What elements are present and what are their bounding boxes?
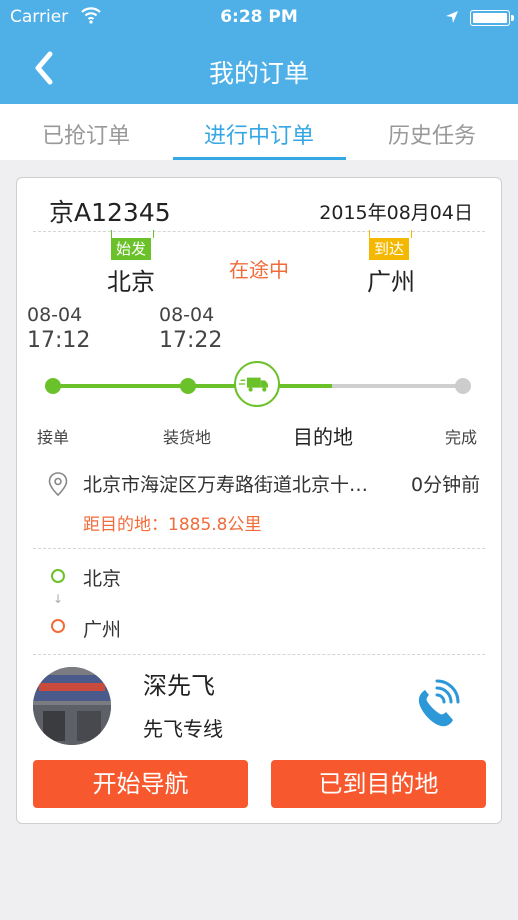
tab-grabbed-orders[interactable]: 已抢订单 <box>0 118 172 150</box>
current-address: 北京市海淀区万寿路街道北京十… <box>83 474 369 496</box>
tag-connector <box>153 230 154 238</box>
origin-tag: 始发 <box>111 238 152 260</box>
destination-marker <box>51 619 65 633</box>
battery-icon <box>470 10 514 26</box>
tag-connector <box>411 230 412 238</box>
order-tabs: 已抢订单 进行中订单 历史任务 <box>0 104 518 160</box>
step-label-complete: 完成 <box>445 428 478 447</box>
header-bar: Carrier 6:28 PM 我的订单 <box>0 0 518 104</box>
loading-date: 08-04 <box>159 304 215 326</box>
navigation-bar: 我的订单 <box>0 36 518 100</box>
destination-city: 广州 <box>367 268 415 296</box>
route-origin: 北京 <box>83 568 122 590</box>
status-bar: Carrier 6:28 PM <box>0 4 518 32</box>
accept-date: 08-04 <box>27 304 83 326</box>
distance-remaining: 距目的地：1885.8公里 <box>83 515 262 535</box>
step-label-destination: 目的地 <box>293 425 353 449</box>
status-badge: 在途中 <box>229 258 289 282</box>
step-label-loading: 装货地 <box>163 428 212 447</box>
start-navigation-button[interactable]: 开始导航 <box>33 760 248 808</box>
divider <box>33 654 485 655</box>
progress-step-dot <box>45 378 61 394</box>
divider <box>33 548 485 549</box>
loading-timestamp: 08-04 17:22 <box>159 302 222 354</box>
progress-step-dot <box>180 378 197 394</box>
origin-marker <box>51 569 65 583</box>
location-arrow-icon <box>446 11 458 23</box>
progress-step-dot <box>455 378 471 394</box>
order-card: 京A12345 2015年08月04日 始发 到达 北京 在途中 广州 08-0… <box>16 177 502 824</box>
tab-history-tasks[interactable]: 历史任务 <box>346 118 518 150</box>
company-name: 先飞专线 <box>143 717 223 741</box>
accept-timestamp: 08-04 17:12 <box>27 302 90 354</box>
phone-icon[interactable] <box>403 674 465 736</box>
destination-tag: 到达 <box>369 238 410 260</box>
tag-connector <box>369 230 370 238</box>
tag-connector <box>111 230 112 238</box>
progress-remaining <box>331 384 463 388</box>
avatar <box>33 667 111 745</box>
map-pin-icon <box>48 472 68 497</box>
tab-in-progress-orders[interactable]: 进行中订单 <box>173 118 345 150</box>
loading-time: 17:22 <box>159 328 223 353</box>
step-label-accept: 接单 <box>37 428 70 447</box>
active-tab-indicator <box>173 157 346 160</box>
update-time: 0分钟前 <box>411 474 481 496</box>
order-date: 2015年08月04日 <box>319 202 473 224</box>
driver-name: 深先飞 <box>143 672 215 700</box>
clock: 6:28 PM <box>220 7 298 27</box>
page-title: 我的订单 <box>208 59 309 88</box>
license-plate: 京A12345 <box>49 198 171 227</box>
accept-time: 17:12 <box>27 328 91 353</box>
origin-city: 北京 <box>107 268 155 296</box>
truck-icon <box>234 361 280 407</box>
divider <box>33 231 485 232</box>
arrived-destination-button[interactable]: 已到目的地 <box>271 760 486 808</box>
route-destination: 广州 <box>83 619 122 641</box>
arrow-down-icon: ↓ <box>53 592 64 606</box>
